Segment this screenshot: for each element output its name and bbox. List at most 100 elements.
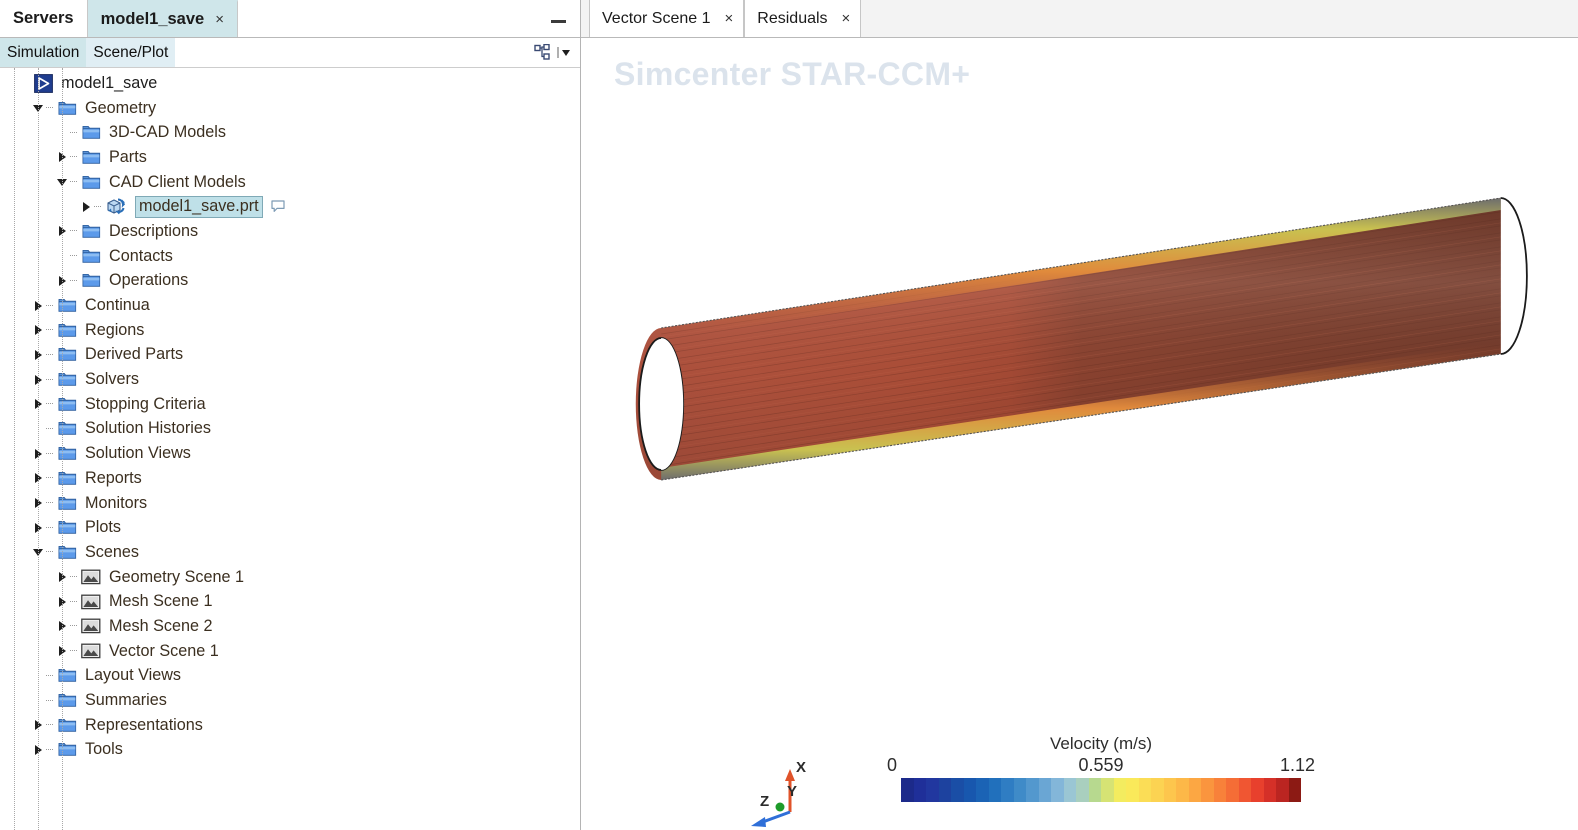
tree-node-model1-save[interactable]: model1_save: [0, 71, 580, 96]
scene-tab-vector-scene-1[interactable]: Vector Scene 1 ×: [589, 0, 745, 37]
dropdown-arrow-icon[interactable]: [556, 44, 573, 61]
window-tabstrip: Servers model1_save ×: [0, 0, 580, 38]
tree-node-contacts[interactable]: Contacts: [0, 244, 580, 269]
tree-node-solution-histories[interactable]: Solution Histories: [0, 417, 580, 442]
colorbar-band: [1163, 778, 1176, 802]
tree-node-label: Tools: [85, 740, 123, 759]
tree-node-layout-views[interactable]: Layout Views: [0, 664, 580, 689]
tree-node-label: model1_save.prt: [135, 195, 263, 218]
colorbar-band: [1188, 778, 1201, 802]
comment-icon[interactable]: [271, 200, 285, 213]
tree-node-label: Solution Histories: [85, 419, 211, 438]
colorbar-band: [1138, 778, 1151, 802]
tree-node-descriptions[interactable]: Descriptions: [0, 219, 580, 244]
tree-node-label: Mesh Scene 2: [109, 616, 213, 635]
tree-connector: [46, 343, 55, 367]
folder-icon: [55, 320, 79, 340]
close-icon[interactable]: ×: [215, 12, 224, 27]
scene-panel: Vector Scene 1 × Residuals × Simcenter S…: [581, 0, 1578, 830]
scene-viewport[interactable]: Simcenter STAR-CCM+ Velocity (m/s) 0 0.5…: [581, 38, 1578, 830]
tree-connector: [70, 170, 79, 194]
tree-node-label: Solution Views: [85, 444, 191, 463]
scene-icon: [79, 592, 103, 612]
close-icon[interactable]: ×: [725, 11, 734, 26]
tree-node-solvers[interactable]: Solvers: [0, 367, 580, 392]
tree-node-mesh-scene-2[interactable]: Mesh Scene 2: [0, 614, 580, 639]
tree-node-geometry[interactable]: Geometry: [0, 96, 580, 121]
tree-node-monitors[interactable]: Monitors: [0, 491, 580, 516]
tree-connector: [70, 219, 79, 243]
tree-node-label: 3D-CAD Models: [109, 123, 226, 142]
legend-colorbar[interactable]: [901, 778, 1301, 802]
tree-node-cad-client-models[interactable]: CAD Client Models: [0, 170, 580, 195]
tree-connector: [46, 664, 55, 688]
tree-connector: [94, 195, 103, 219]
tree-node-label: Monitors: [85, 493, 148, 512]
tree-node-scenes[interactable]: Scenes: [0, 540, 580, 565]
tree-node-3d-cad-models[interactable]: 3D-CAD Models: [0, 120, 580, 145]
tree-node-summaries[interactable]: Summaries: [0, 688, 580, 713]
tree-node-label: Geometry: [85, 98, 157, 117]
close-icon[interactable]: ×: [842, 11, 851, 26]
folder-icon: [55, 296, 79, 316]
window-tab-servers[interactable]: Servers: [0, 0, 88, 37]
folder-icon: [79, 221, 103, 241]
colorbar-band: [1076, 778, 1089, 802]
subtabstrip-spacer: [175, 38, 534, 67]
minimize-button[interactable]: [536, 0, 580, 37]
tree-node-parts[interactable]: Parts: [0, 145, 580, 170]
tree-connector: [46, 689, 55, 713]
tree-node-solution-views[interactable]: Solution Views: [0, 441, 580, 466]
x-axis-label: X: [796, 759, 807, 776]
tree-node-mesh-scene-1[interactable]: Mesh Scene 1: [0, 589, 580, 614]
starccm-watermark: Simcenter STAR-CCM+: [614, 56, 971, 92]
folder-icon: [55, 419, 79, 439]
tree-node-label: Parts: [109, 147, 147, 166]
tree-connector: [46, 294, 55, 318]
window-tab-label: model1_save: [100, 10, 205, 28]
star-ccm-window: Servers model1_save × Simulation Scene/P…: [0, 0, 1578, 830]
tree-node-model1-save-prt[interactable]: model1_save.prt: [0, 194, 580, 219]
tab-simulation-label: Simulation: [7, 43, 80, 61]
tree-node-stopping-criteria[interactable]: Stopping Criteria: [0, 392, 580, 417]
tab-simulation[interactable]: Simulation: [0, 38, 87, 67]
chevron-right-icon[interactable]: [78, 195, 94, 219]
tree-connector: [46, 417, 55, 441]
tree-hierarchy-icon[interactable]: [534, 44, 551, 61]
folder-icon: [55, 691, 79, 711]
colorbar-band: [1126, 778, 1139, 802]
scene-tabstrip: Vector Scene 1 × Residuals ×: [581, 0, 1578, 38]
colorbar-band: [1176, 778, 1189, 802]
scene-tab-residuals[interactable]: Residuals ×: [744, 0, 862, 37]
colorbar-band: [926, 778, 939, 802]
legend-tick-max: 1.12: [1279, 755, 1315, 775]
tree-node-representations[interactable]: Representations: [0, 713, 580, 738]
tree-node-label: Geometry Scene 1: [109, 567, 244, 586]
axis-triad[interactable]: X Y Z: [746, 757, 826, 827]
colorbar-band: [1051, 778, 1064, 802]
tree-node-label: Representations: [85, 715, 203, 734]
folder-icon: [55, 542, 79, 562]
window-tab-model1-save[interactable]: model1_save ×: [87, 0, 238, 37]
tree-node-continua[interactable]: Continua: [0, 293, 580, 318]
tree-node-reports[interactable]: Reports: [0, 466, 580, 491]
tree-node-tools[interactable]: Tools: [0, 738, 580, 763]
simulation-tree[interactable]: model1_save Geometry 3D-CAD Models Parts CAD…: [0, 68, 580, 830]
tab-scene-plot[interactable]: Scene/Plot: [86, 38, 176, 67]
tree-node-regions[interactable]: Regions: [0, 318, 580, 343]
tree-node-derived-parts[interactable]: Derived Parts: [0, 343, 580, 368]
colorbar-band: [963, 778, 976, 802]
window-tab-label: Servers: [13, 9, 74, 27]
scene-tabstrip-filler: [861, 0, 1578, 37]
tree-node-label: Plots: [85, 518, 121, 537]
window-tabstrip-filler: [237, 0, 536, 37]
tree-node-vector-scene-1[interactable]: Vector Scene 1: [0, 639, 580, 664]
tab-scene-plot-label: Scene/Plot: [93, 43, 169, 61]
tree-node-plots[interactable]: Plots: [0, 515, 580, 540]
scene-tab-label: Vector Scene 1: [602, 9, 711, 27]
tree-node-geometry-scene-1[interactable]: Geometry Scene 1: [0, 565, 580, 590]
tree-node-label: Layout Views: [85, 666, 181, 685]
tree-node-operations[interactable]: Operations: [0, 269, 580, 294]
colorbar-band: [1038, 778, 1051, 802]
tree-connector: [46, 713, 55, 737]
